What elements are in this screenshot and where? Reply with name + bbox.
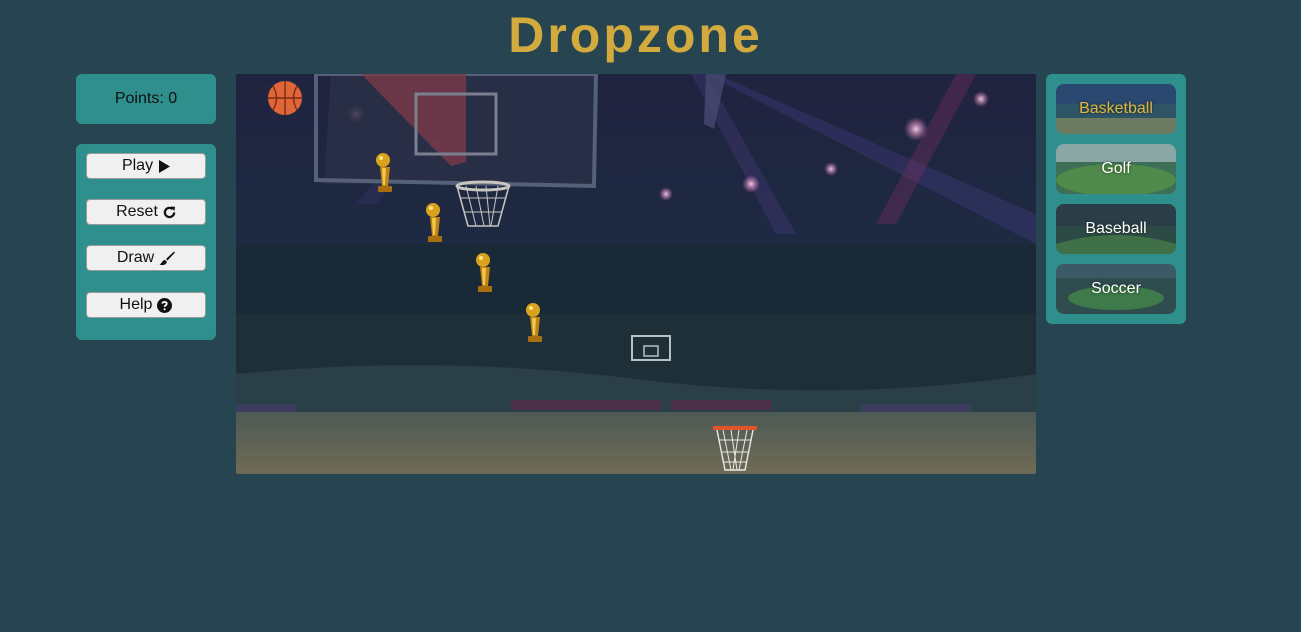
page-title: Dropzone — [508, 7, 763, 63]
controls-panel: Play Reset Draw Help — [76, 144, 216, 340]
reset-button-label: Reset — [116, 203, 158, 220]
theme-golf-button[interactable]: Golf — [1056, 144, 1176, 194]
trophy-icon[interactable] — [474, 252, 496, 294]
arena-background — [236, 74, 1036, 474]
theme-label: Golf — [1101, 160, 1131, 177]
theme-panel: Basketball Golf Baseball Soccer — [1046, 74, 1186, 324]
trophy-icon[interactable] — [424, 202, 446, 244]
points-display: Points: 0 — [76, 74, 216, 124]
trophy-icon[interactable] — [374, 152, 396, 194]
help-button-label: Help — [119, 296, 153, 313]
refresh-icon — [163, 205, 176, 218]
draw-button-label: Draw — [116, 249, 155, 266]
theme-basketball-button[interactable]: Basketball — [1056, 84, 1176, 134]
basketball-icon[interactable] — [267, 80, 303, 116]
play-button-label: Play — [121, 157, 154, 174]
paintbrush-icon — [159, 251, 176, 265]
theme-soccer-button[interactable]: Soccer — [1056, 264, 1176, 314]
reset-button[interactable]: Reset — [86, 199, 206, 225]
help-button[interactable]: Help — [86, 292, 206, 318]
game-canvas[interactable] — [236, 74, 1036, 474]
question-circle-icon — [157, 297, 173, 313]
theme-label: Baseball — [1085, 220, 1147, 237]
theme-baseball-button[interactable]: Baseball — [1056, 204, 1176, 254]
hoop-icon — [713, 426, 757, 471]
trophy-icon[interactable] — [524, 302, 546, 344]
draw-button[interactable]: Draw — [86, 245, 206, 271]
play-button[interactable]: Play — [86, 153, 206, 179]
theme-label: Basketball — [1079, 100, 1153, 117]
play-icon — [159, 159, 171, 173]
theme-label: Soccer — [1091, 280, 1141, 297]
